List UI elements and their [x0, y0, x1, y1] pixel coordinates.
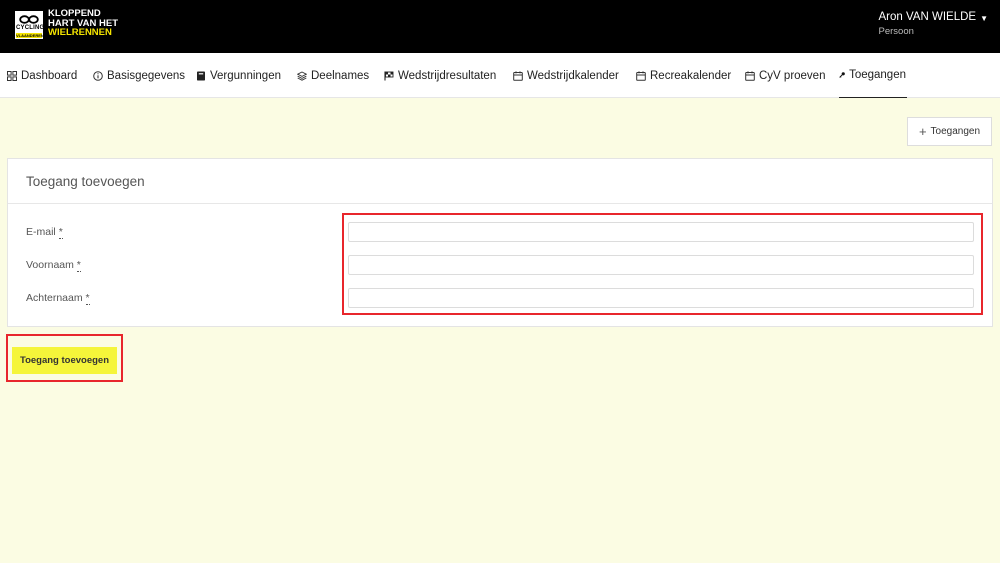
- info-circle-icon: [93, 70, 103, 81]
- nav-label-dashboard: Dashboard: [21, 69, 78, 82]
- nav-label-wedstrijdresultaten: Wedstrijdresultaten: [398, 69, 497, 82]
- required-mark: *: [58, 226, 63, 239]
- email-label: E-mail *: [26, 226, 63, 239]
- nav-item-wedstrijdkalender[interactable]: Wedstrijdkalender: [513, 53, 619, 98]
- nav-label-deelnames: Deelnames: [311, 69, 370, 82]
- last-name-label-text: Achternaam: [26, 292, 83, 304]
- brand-tagline: KLOPPEND HART VAN HET WIELRENNEN: [48, 9, 118, 38]
- required-mark: *: [85, 292, 90, 305]
- nav-item-recreakalender[interactable]: Recreakalender: [636, 53, 731, 98]
- calendar-icon: [745, 70, 755, 81]
- form-title: Toegang toevoegen: [26, 174, 145, 189]
- top-bar: CYCLING VLAANDEREN KLOPPEND HART VAN HET…: [0, 0, 1000, 53]
- plus-icon: +: [918, 123, 927, 139]
- nav-label-basisgegevens: Basisgegevens: [107, 69, 185, 82]
- book-icon: [197, 71, 205, 80]
- badge-subtext: VLAANDEREN: [16, 33, 44, 38]
- email-field[interactable]: [348, 222, 974, 242]
- key-icon: [839, 72, 845, 78]
- first-name-label-text: Voornaam: [26, 259, 74, 271]
- nav-label-recreakalender: Recreakalender: [650, 69, 732, 82]
- calendar-icon: [636, 70, 646, 81]
- user-name: Aron VAN WIELDE: [878, 11, 977, 23]
- nav-label-cyv-proeven: CyV proeven: [759, 69, 826, 82]
- nav-item-wedstrijdresultaten[interactable]: Wedstrijdresultaten: [384, 53, 496, 98]
- nav-item-deelnames[interactable]: Deelnames: [297, 53, 369, 98]
- nav-item-basisgegevens[interactable]: Basisgegevens: [93, 53, 185, 98]
- last-name-field[interactable]: [348, 288, 974, 308]
- brand-line-3: WIELRENNEN: [48, 27, 112, 38]
- user-role: Persoon: [878, 26, 914, 37]
- last-name-label: Achternaam *: [26, 292, 90, 305]
- add-access-label: Toegangen: [930, 126, 981, 137]
- brand-logo[interactable]: CYCLING VLAANDEREN KLOPPEND HART VAN HET…: [15, 9, 118, 39]
- first-name-label: Voornaam *: [26, 259, 81, 272]
- nav-item-cyv-proeven[interactable]: CyV proeven: [745, 53, 825, 98]
- nav-item-vergunningen[interactable]: Vergunningen: [196, 53, 281, 98]
- nav-item-toegangen[interactable]: Toegangen: [839, 53, 907, 98]
- badge-text: CYCLING: [16, 25, 45, 31]
- nav-label-vergunningen: Vergunningen: [210, 69, 281, 82]
- nav-label-wedstrijdkalender: Wedstrijdkalender: [527, 69, 619, 82]
- nav-label-toegangen: Toegangen: [849, 69, 906, 81]
- flag-icon: [384, 71, 394, 80]
- user-name-row: Aron VAN WIELDE ▼: [879, 11, 989, 23]
- main-nav: Dashboard Basisgegevens Vergunningen Dee…: [0, 53, 1000, 98]
- required-mark: *: [76, 259, 81, 272]
- grid-icon: [7, 70, 17, 81]
- calendar-icon: [513, 70, 523, 81]
- layers-icon: [297, 70, 307, 81]
- divider: [8, 203, 992, 204]
- add-access-button[interactable]: + Toegangen: [907, 117, 992, 146]
- user-menu[interactable]: Aron VAN WIELDE ▼ Persoon: [879, 11, 989, 37]
- add-access-form: Toegang toevoegen E-mail * Voornaam * Ac…: [7, 158, 993, 327]
- infinity-icon: [19, 15, 39, 24]
- submit-add-access-button[interactable]: Toegang toevoegen: [12, 347, 117, 374]
- caret-down-icon: ▼: [980, 13, 988, 23]
- cycling-vlaanderen-badge: CYCLING VLAANDEREN: [15, 11, 45, 39]
- nav-item-dashboard[interactable]: Dashboard: [7, 53, 77, 98]
- first-name-field[interactable]: [348, 255, 974, 275]
- email-label-text: E-mail: [26, 226, 56, 238]
